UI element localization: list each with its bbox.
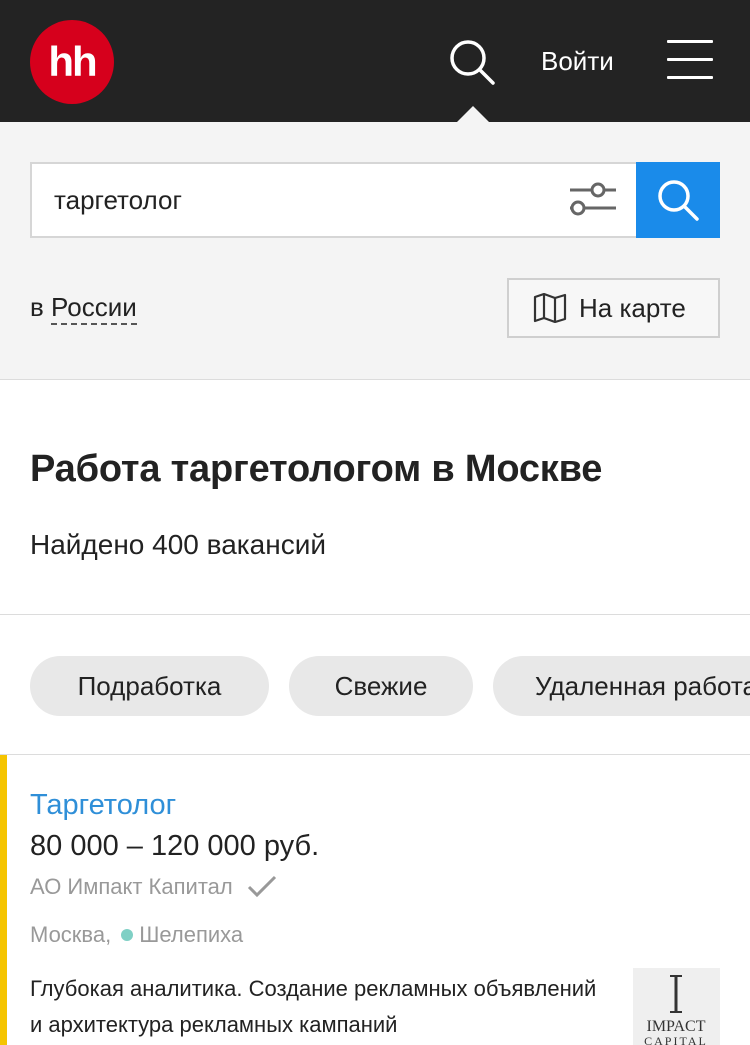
filter-sliders-icon[interactable]: [568, 178, 620, 222]
svg-text:IMPACT: IMPACT: [647, 1018, 706, 1035]
region-prefix: в: [30, 292, 44, 322]
map-button[interactable]: На карте: [507, 278, 720, 338]
hh-logo-mark: hh: [48, 38, 98, 85]
chip-part-time[interactable]: Подработка: [30, 656, 269, 716]
search-submit-button[interactable]: [636, 162, 720, 238]
page: hh Войти таргетолог в России На карте Ра…: [0, 0, 750, 1045]
vacancy-salary: 80 000 – 120 000 руб.: [30, 830, 320, 862]
region-link[interactable]: России: [51, 292, 137, 325]
search-icon: [658, 180, 699, 221]
vacancy-description: Глубокая аналитика. Создание рекламных о…: [30, 976, 597, 1037]
company-row: АО Импакт Капитал: [30, 871, 277, 903]
map-button-label: На карте: [579, 292, 686, 323]
search-icon[interactable]: [446, 36, 498, 88]
company-logo: IMPACT CAPITAL: [633, 968, 720, 1045]
results-count: Найдено 400 вакансий: [30, 529, 326, 560]
hh-logo[interactable]: hh: [30, 20, 114, 104]
page-title: Работа таргетологом в Москве: [30, 448, 603, 490]
location-row: Москва, Шелепиха: [30, 919, 243, 951]
company-name[interactable]: АО Импакт Капитал: [30, 871, 233, 903]
vacancy-title[interactable]: Таргетолог: [30, 787, 176, 823]
hamburger-menu-icon[interactable]: [664, 36, 716, 84]
search-panel-pointer: [457, 106, 489, 122]
search-panel: в России На карте: [0, 122, 750, 380]
svg-text:CAPITAL: CAPITAL: [644, 1034, 708, 1045]
search-input[interactable]: [54, 178, 554, 222]
verified-check-icon: [247, 875, 276, 898]
search-box: [30, 162, 636, 238]
chip-remote[interactable]: Удаленная работа: [493, 656, 750, 716]
login-link[interactable]: Войти: [541, 44, 614, 78]
chip-fresh[interactable]: Свежие: [289, 656, 473, 716]
vacancy-accent-bar: [0, 755, 7, 1045]
results-header: Работа таргетологом в Москве Найдено 400…: [0, 380, 750, 615]
region-selector: в России: [30, 290, 137, 325]
vacancy-city: Москва,: [30, 922, 112, 947]
quick-filters: Подработка Свежие Удаленная работа: [0, 615, 750, 755]
metro-station: Шелепиха: [139, 922, 244, 947]
top-bar: hh Войти: [0, 0, 750, 122]
metro-line-icon: [121, 929, 134, 941]
svg-text:hh: hh: [48, 38, 96, 85]
map-icon: [533, 293, 567, 323]
vacancy-card[interactable]: Таргетолог 80 000 – 120 000 руб. АО Импа…: [0, 755, 750, 1045]
